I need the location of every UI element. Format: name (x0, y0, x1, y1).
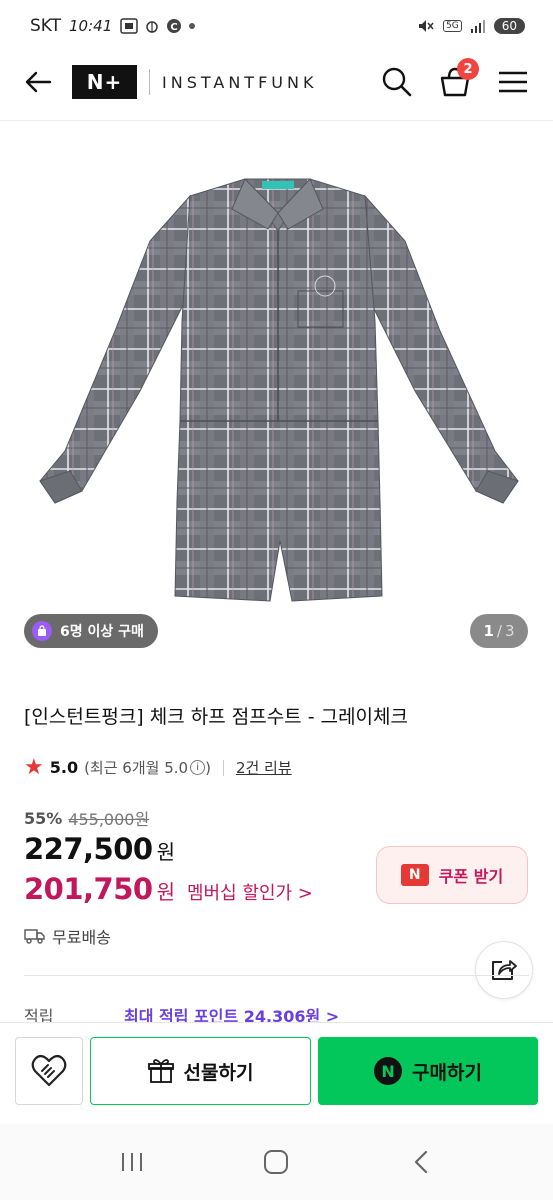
battery-indicator: 60 (493, 18, 525, 34)
notification-icons: C (120, 18, 196, 34)
product-photo (39, 178, 519, 602)
recent-apps-button[interactable] (102, 1137, 162, 1187)
system-nav-bar (0, 1124, 553, 1200)
shopping-bag-icon (32, 621, 52, 641)
heart-icon (31, 1054, 67, 1087)
chevron-left-icon (414, 1150, 427, 1174)
buyers-count-badge: 6명 이상 구매 (24, 614, 158, 648)
buy-label: 구매하기 (412, 1061, 482, 1084)
shipping-info: 무료배송 (24, 924, 111, 948)
image-pager: 1 / 3 (470, 614, 528, 648)
home-button[interactable] (246, 1137, 306, 1187)
logo-divider (149, 69, 150, 95)
pager-separator: / (496, 622, 502, 640)
rating-row: ★ 5.0 (최근 6개월 5.0 i ) 2건 리뷰 (24, 755, 292, 780)
review-count-link[interactable]: 2건 리뷰 (236, 757, 292, 778)
dot-icon (189, 23, 196, 29)
sale-price: 227,500 (24, 832, 153, 866)
status-right: 5G 60 (417, 18, 525, 34)
product-image-carousel[interactable] (0, 121, 553, 661)
buyers-count-label: 6명 이상 구매 (60, 624, 144, 640)
app-header: N+ INSTANTFUNK 2 (0, 52, 553, 112)
svg-text:C: C (171, 22, 178, 33)
membership-price-unit: 원 (156, 880, 175, 904)
discount-rate: 55% (24, 808, 63, 828)
membership-price-link[interactable]: 201,750 원 멤버십 할인가 > (24, 872, 313, 906)
truck-icon (24, 929, 45, 944)
back-button[interactable] (22, 66, 54, 98)
discount-row: 55% 455,000원 (24, 806, 149, 830)
recent-apps-icon (122, 1153, 143, 1171)
c-app-icon: C (167, 19, 182, 33)
original-price: 455,000원 (68, 810, 150, 829)
signal-icon (470, 20, 485, 33)
star-icon: ★ (24, 755, 44, 780)
system-back-button[interactable] (391, 1137, 451, 1187)
brand-name[interactable]: INSTANTFUNK (162, 73, 317, 92)
header-actions: 2 (379, 58, 531, 100)
membership-label: 멤버십 할인가 > (187, 883, 313, 904)
menu-button[interactable] (495, 64, 531, 100)
search-button[interactable] (379, 64, 415, 100)
section-divider (24, 975, 529, 976)
total-pages: 3 (504, 622, 515, 640)
rating-detail: (최근 6개월 5.0 (84, 759, 189, 777)
shipping-label: 무료배송 (52, 928, 111, 947)
rating-detail-close: ) (205, 758, 211, 777)
home-icon (264, 1150, 289, 1174)
rating-score: 5.0 (49, 758, 79, 777)
cart-button[interactable]: 2 (437, 58, 479, 100)
gift-icon (147, 1059, 174, 1083)
bug-icon (146, 21, 158, 33)
share-button[interactable] (475, 941, 533, 999)
price-unit: 원 (156, 840, 175, 864)
buy-button[interactable]: N 구매하기 (318, 1037, 538, 1105)
naver-plus-logo[interactable]: N+ (72, 65, 137, 99)
share-icon (492, 960, 517, 980)
clock: 10:41 (69, 17, 113, 35)
screenshot-icon (120, 18, 138, 34)
gift-button[interactable]: 선물하기 (90, 1037, 311, 1105)
price-row: 227,500 원 (24, 832, 175, 866)
naver-coupon-icon: N (400, 864, 429, 886)
coupon-label: 쿠폰 받기 (438, 867, 504, 886)
gift-label: 선물하기 (183, 1061, 254, 1084)
naver-pay-icon: N (374, 1057, 403, 1085)
wishlist-button[interactable] (15, 1037, 83, 1105)
product-title: [인스턴트펑크] 체크 하프 점프수트 - 그레이체크 (24, 706, 408, 728)
coupon-button[interactable]: N 쿠폰 받기 (376, 846, 528, 904)
purchase-action-bar: 선물하기 N 구매하기 (0, 1022, 553, 1122)
mute-icon (419, 20, 434, 32)
status-left: SKT 10:41 C (30, 16, 196, 36)
carrier-label: SKT (30, 16, 62, 36)
network-label: 5G (443, 20, 462, 32)
info-icon[interactable]: i (190, 760, 206, 775)
status-bar: SKT 10:41 C 5G 60 (0, 0, 553, 52)
current-page: 1 (483, 622, 494, 640)
membership-price: 201,750 (24, 872, 153, 906)
search-icon (382, 67, 412, 97)
hamburger-menu-icon (499, 71, 527, 93)
rating-separator (222, 759, 224, 776)
cart-count-badge: 2 (457, 58, 479, 80)
arrow-left-icon (25, 71, 52, 93)
